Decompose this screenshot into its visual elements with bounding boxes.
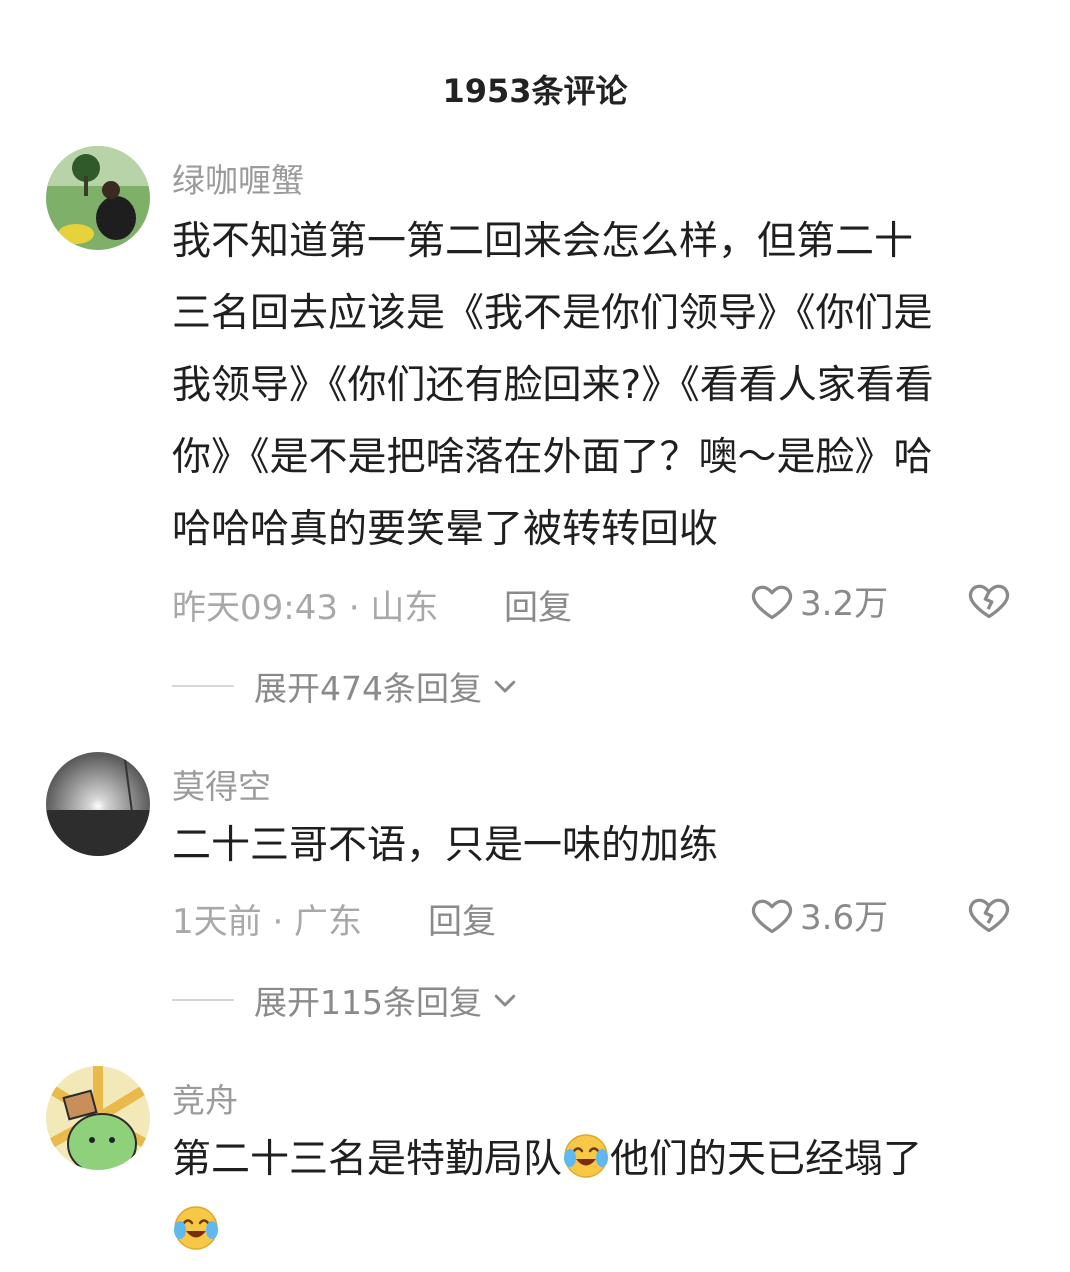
divider: [172, 685, 234, 687]
avatar-image-1: [46, 146, 150, 250]
username[interactable]: 绿咖喱蟹: [172, 154, 304, 202]
divider: [172, 999, 234, 1001]
expand-replies-label: 展开474条回复: [254, 669, 482, 708]
comment-line: 第二十三名是特勤局队 他们的天已经塌了: [172, 1124, 1032, 1196]
like-count: 3.6万: [800, 898, 889, 938]
comment-line: 三名回去应该是《我不是你们领导》《你们是: [172, 291, 933, 336]
broken-heart-icon: [968, 898, 1010, 933]
expand-replies-label: 展开115条回复: [254, 983, 482, 1022]
like-button[interactable]: 3.2万: [750, 576, 888, 625]
broken-heart-icon: [968, 584, 1010, 619]
comment-text: 第二十三名是特勤局队 他们的天已经塌了: [172, 1124, 1032, 1268]
username[interactable]: 竞舟: [172, 1074, 238, 1122]
comment-line: 我领导》《你们还有脸回来?》《看看人家看看: [172, 363, 934, 408]
avatar[interactable]: [46, 146, 150, 250]
crying-laughing-emoji-icon: [174, 1206, 218, 1250]
expand-replies-button[interactable]: 展开115条回复: [172, 976, 520, 1024]
comment-time-location: 昨天09:43 · 山东: [172, 588, 439, 628]
dislike-button[interactable]: [966, 578, 1012, 626]
comment-text: 二十三哥不语，只是一味的加练: [172, 810, 1032, 882]
heart-icon: [751, 585, 793, 619]
comment-line: [172, 1196, 1032, 1268]
heart-icon: [751, 899, 793, 933]
comment-text: 我不知道第一第二回来会怎么样，但第二十 三名回去应该是《我不是你们领导》《你们是…: [172, 206, 1032, 566]
comments-count-title: 1953条评论: [442, 72, 628, 110]
like-button[interactable]: 3.6万: [750, 890, 888, 939]
comment-time-location: 1天前 · 广东: [172, 902, 363, 942]
comment-text-part: 第二十三名是特勤局队: [172, 1137, 563, 1182]
crying-laughing-emoji-icon: [564, 1134, 609, 1178]
avatar-image-3: [46, 1066, 150, 1170]
comment-line: 我不知道第一第二回来会怎么样，但第二十: [172, 219, 914, 264]
avatar[interactable]: [46, 752, 150, 856]
username[interactable]: 莫得空: [172, 760, 271, 808]
reply-button[interactable]: 回复: [504, 580, 572, 629]
comment-line: 哈哈哈真的要笑晕了被转转回收: [172, 507, 719, 552]
reply-button[interactable]: 回复: [428, 894, 496, 943]
comment-line: 你》《是不是把啥落在外面了？噢～是脸》哈: [172, 435, 933, 480]
chevron-down-icon: [494, 680, 516, 693]
avatar[interactable]: [46, 1066, 150, 1170]
avatar-image-2: [46, 752, 150, 856]
like-count: 3.2万: [800, 584, 889, 624]
comment-text-part: 他们的天已经塌了: [610, 1137, 923, 1182]
comment-line: 二十三哥不语，只是一味的加练: [172, 823, 719, 868]
chevron-down-icon: [494, 994, 516, 1007]
dislike-button[interactable]: [966, 892, 1012, 940]
expand-replies-button[interactable]: 展开474条回复: [172, 662, 520, 710]
